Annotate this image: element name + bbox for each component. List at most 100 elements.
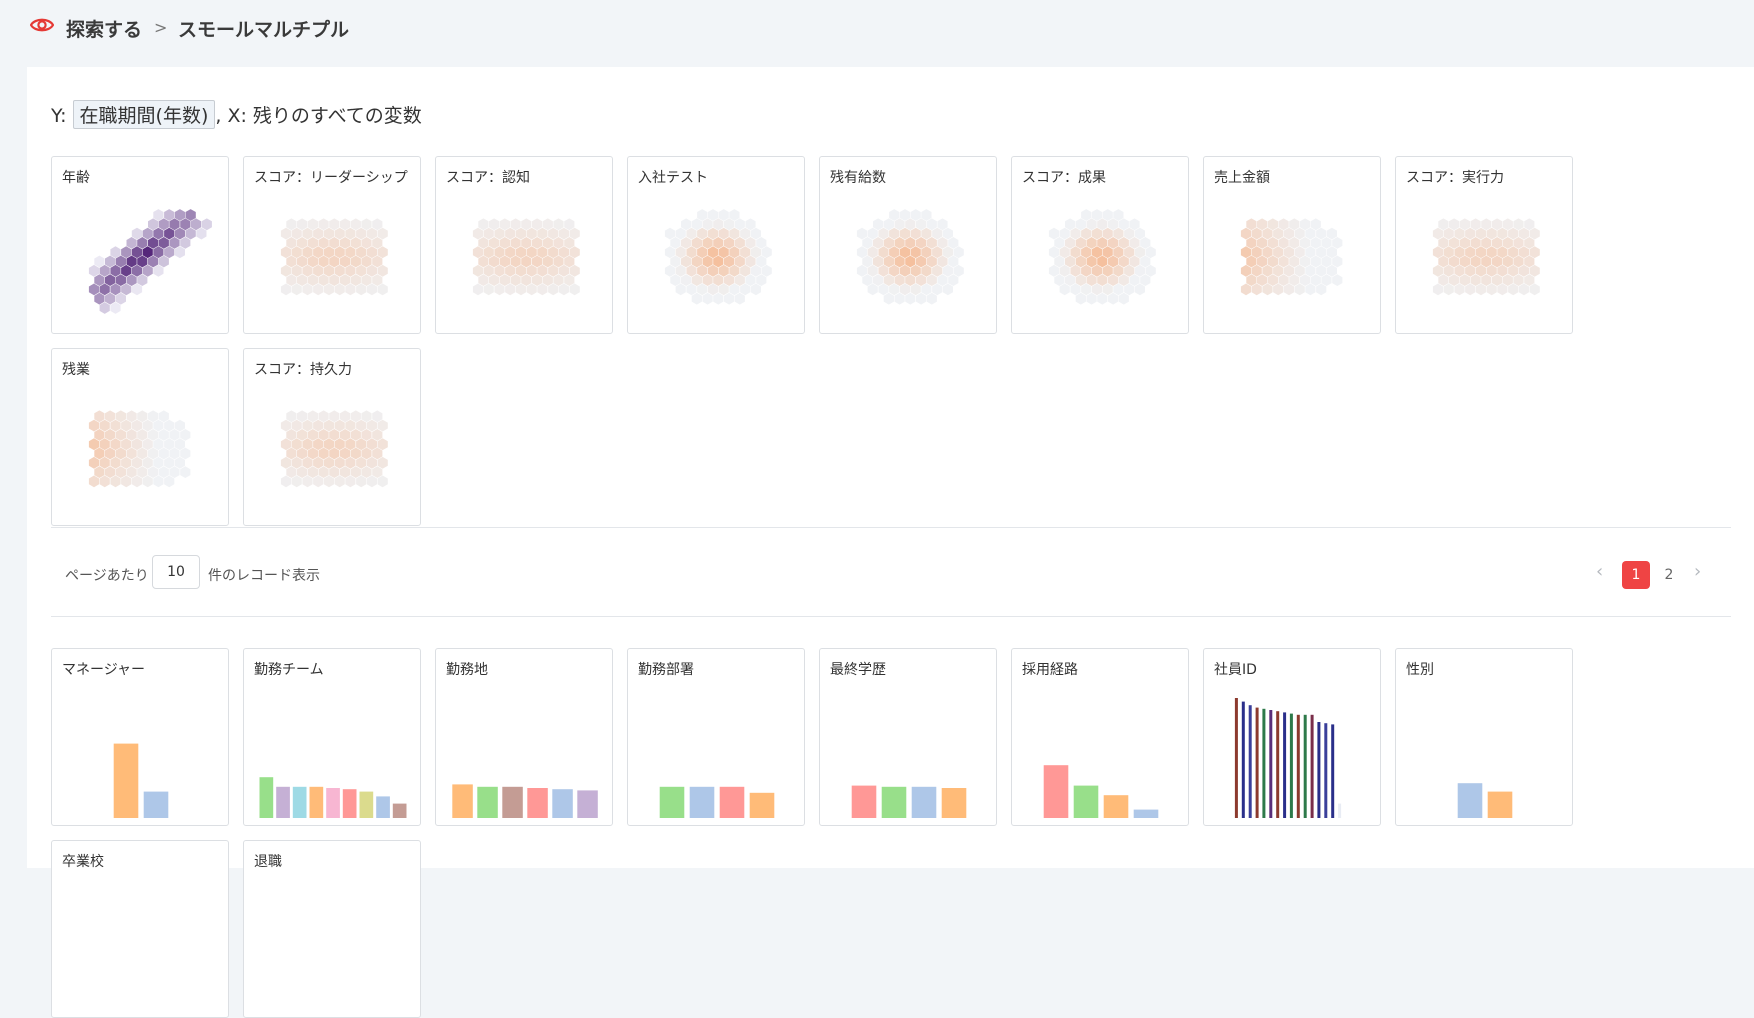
- bar-card[interactable]: 勤務チーム: [243, 648, 421, 826]
- hexbin-cell: [356, 246, 367, 259]
- hexbin-cell: [553, 237, 564, 249]
- bar-mark: [1269, 710, 1273, 818]
- hexbin-cell: [1502, 237, 1513, 249]
- hexbin-cell: [1508, 246, 1519, 259]
- hexbin-cell: [1486, 227, 1497, 240]
- hexbin-cell: [483, 246, 494, 259]
- scatter-card[interactable]: スコア：認知: [435, 156, 613, 334]
- card-title: 卒業校: [62, 854, 104, 870]
- scatter-card[interactable]: 入社テスト: [627, 156, 805, 334]
- scatter-card[interactable]: スコア：実行力: [1395, 156, 1573, 334]
- hexbin-cell: [1470, 274, 1481, 286]
- hexbin-cell: [1054, 274, 1065, 286]
- hexbin-cell: [180, 447, 191, 460]
- bar-card[interactable]: 採用経路: [1011, 648, 1189, 826]
- hexbin-cell: [515, 283, 527, 296]
- hexbin-cell: [1332, 255, 1343, 268]
- scatter-card[interactable]: スコア：リーダーシップ: [243, 156, 421, 334]
- hexbin-cell: [905, 274, 916, 286]
- hexbin-cell: [1316, 283, 1327, 296]
- hexbin-cell: [1054, 255, 1065, 268]
- eye-icon: [30, 18, 54, 32]
- hexbin-cell: [1502, 274, 1513, 286]
- hexbin-cell: [329, 218, 340, 231]
- hexbin-cell: [164, 475, 175, 488]
- scatter-card[interactable]: スコア：成果: [1011, 156, 1189, 334]
- hexbin-cell: [142, 456, 153, 469]
- hexbin-cell: [105, 466, 116, 478]
- hexbin-cell: [185, 227, 196, 240]
- hexbin-cell: [1145, 246, 1156, 259]
- hexbin-cell: [174, 209, 185, 221]
- hexbin-cell: [867, 227, 878, 240]
- hexbin-cell: [88, 475, 100, 488]
- bar-card[interactable]: 勤務地: [435, 648, 613, 826]
- hexbin-cell: [1294, 283, 1305, 296]
- hexbin-cell: [894, 274, 905, 286]
- scatter-card[interactable]: スコア：持久力: [243, 348, 421, 526]
- hexbin-cell: [340, 429, 351, 441]
- hexbin-cell: [1289, 218, 1300, 231]
- hexbin-cell: [1524, 274, 1535, 286]
- card-title: 採用経路: [1022, 662, 1078, 678]
- hexbin-cell: [153, 209, 164, 221]
- hexbin-cell: [137, 237, 148, 249]
- bar-card[interactable]: 最終学歴: [819, 648, 997, 826]
- bar-card[interactable]: 性別: [1395, 648, 1573, 826]
- bar-mark: [342, 789, 357, 818]
- bar-mark: [1073, 785, 1099, 818]
- hexbin-cell: [1048, 264, 1060, 277]
- scatter-card[interactable]: 売上金額: [1203, 156, 1381, 334]
- bar-mark: [1276, 711, 1280, 818]
- page-1-button[interactable]: 1: [1622, 561, 1650, 589]
- hexbin-cell: [521, 237, 532, 249]
- hexbin-cell: [280, 419, 292, 432]
- hexbin-cell: [1257, 274, 1268, 286]
- scatter-card[interactable]: 残業: [51, 348, 229, 526]
- bar-card[interactable]: マネージャー: [51, 648, 229, 826]
- hexbin-cell: [323, 264, 335, 277]
- hexbin-cell: [105, 274, 116, 286]
- bar-card[interactable]: 勤務部署: [627, 648, 805, 826]
- hexbin-cell: [356, 475, 367, 488]
- hexbin-cell: [734, 255, 745, 268]
- page-2-button[interactable]: 2: [1655, 561, 1683, 589]
- hexbin-cell: [350, 255, 361, 268]
- hexbin-cell: [910, 209, 921, 221]
- hexbin-cell: [1102, 283, 1113, 296]
- hexbin-cell: [1086, 237, 1097, 249]
- y-variable-tag[interactable]: 在職期間(年数): [72, 100, 216, 129]
- hexbin-cell: [569, 246, 580, 259]
- hexbin-cell: [88, 419, 100, 432]
- chevron-right-icon[interactable]: ›: [1694, 561, 1701, 582]
- hexbin-cell: [1081, 246, 1092, 259]
- hexbin-cell: [1518, 227, 1529, 240]
- hexbin-cell: [1054, 237, 1065, 249]
- hexbin-cell: [142, 264, 153, 277]
- hexbin-cell: [126, 410, 137, 423]
- hexbin-cell: [334, 475, 345, 488]
- hexbin-cell: [713, 237, 724, 249]
- hexbin-cell: [564, 237, 575, 249]
- hexbin-cell: [937, 218, 948, 231]
- hexbin-cell: [1518, 283, 1529, 296]
- bar-card[interactable]: 退職: [243, 840, 421, 1018]
- bar-card[interactable]: 社員ID: [1203, 648, 1381, 826]
- scatter-card[interactable]: 残有給数: [819, 156, 997, 334]
- hexbin-cell: [291, 438, 302, 451]
- breadcrumb-root[interactable]: 探索する: [66, 15, 142, 42]
- hexbin-cell: [1059, 227, 1070, 240]
- hexbin-cell: [115, 274, 126, 286]
- hexbin-cell: [318, 218, 329, 231]
- hexbin-cell: [286, 218, 297, 231]
- hexbin-cell: [691, 218, 702, 231]
- per-page-input[interactable]: [152, 555, 200, 589]
- hexbin-cell: [899, 227, 911, 240]
- hexbin-cell: [169, 466, 180, 478]
- scatter-card[interactable]: 年齢: [51, 156, 229, 334]
- hexbin-cell: [302, 283, 313, 296]
- card-title: 入社テスト: [638, 170, 708, 186]
- chevron-left-icon[interactable]: ‹: [1596, 561, 1603, 582]
- hexbin-cell: [942, 264, 953, 277]
- bar-card[interactable]: 卒業校: [51, 840, 229, 1018]
